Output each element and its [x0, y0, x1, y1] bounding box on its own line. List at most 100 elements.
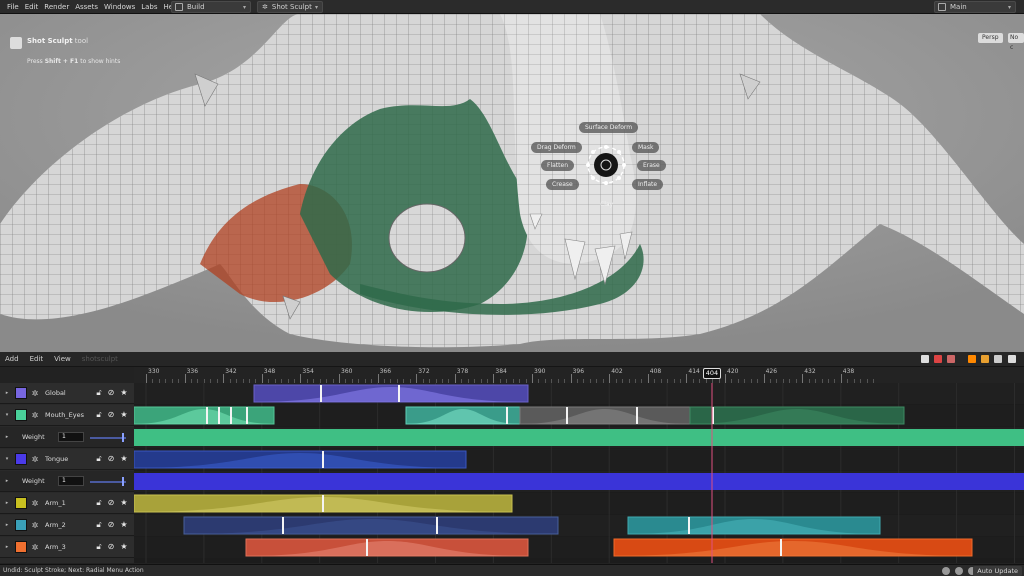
weight-slider-handle[interactable] — [122, 477, 124, 486]
disable-icon[interactable]: ⊘ — [106, 388, 116, 397]
options-icon[interactable] — [994, 355, 1002, 363]
disable-icon[interactable]: ⊘ — [106, 542, 116, 551]
menu-labs[interactable]: Labs — [138, 0, 160, 14]
star-icon[interactable]: ★ — [119, 454, 129, 463]
radial-item-inflate[interactable]: Inflate — [632, 179, 664, 190]
3d-viewport[interactable]: Shot Sculpt tool Press Shift + F1 to sho… — [0, 14, 1024, 352]
status-message: Undid: Sculpt Stroke; Next: Radial Menu … — [3, 567, 144, 574]
expand-arrow-icon[interactable]: ▸ — [2, 434, 12, 440]
star-icon[interactable]: ★ — [119, 542, 129, 551]
network-icon[interactable] — [942, 567, 950, 575]
expand-arrow-icon[interactable]: ▸ — [2, 500, 12, 506]
disable-icon[interactable]: ⊘ — [106, 498, 116, 507]
radial-item-drag-deform[interactable]: Drag Deform — [531, 142, 582, 153]
layer-tracks[interactable] — [134, 383, 1024, 563]
menu-windows[interactable]: Windows — [101, 0, 138, 14]
context-dropdown[interactable]: Main ▾ — [934, 1, 1016, 13]
menu-render[interactable]: Render — [41, 0, 72, 14]
star-icon[interactable]: ★ — [119, 410, 129, 419]
playhead-frame-label[interactable]: 404 — [703, 368, 721, 379]
layer-color-swatch[interactable] — [15, 387, 27, 399]
timeline-ruler[interactable]: 330 336 342 348 354 360 366 372 378 384 390 396 402 4… — [134, 367, 1024, 384]
panel-menu-add[interactable]: Add — [0, 355, 25, 363]
panel-menu-edit[interactable]: Edit — [25, 355, 50, 363]
more-icon[interactable] — [1008, 355, 1016, 363]
chat-icon[interactable] — [955, 567, 963, 575]
disable-icon[interactable]: ⊘ — [106, 520, 116, 529]
layer-color-swatch[interactable] — [15, 541, 27, 553]
expand-arrow-icon[interactable]: ▸ — [2, 544, 12, 550]
radial-item-crease[interactable]: Crease — [546, 179, 579, 190]
bake-icon[interactable] — [981, 355, 989, 363]
clip-keyframe — [688, 517, 690, 534]
display-menu-button[interactable]: No c — [1008, 33, 1024, 51]
camera-menu-button[interactable]: Persp — [978, 33, 1003, 43]
weight-row[interactable]: ▸ Weight 1 — [0, 471, 134, 492]
radial-item-clay[interactable]: Clay — [594, 199, 619, 210]
layer-name: Arm_2 — [45, 521, 66, 529]
lock-icon[interactable]: 🔓︎ — [94, 542, 104, 552]
radial-item-surface-deform[interactable]: Surface Deform — [579, 122, 639, 133]
weight-slider-handle[interactable] — [122, 433, 124, 442]
main-menubar: File Edit Render Assets Windows Labs Hel… — [0, 0, 1024, 14]
star-icon[interactable]: ★ — [119, 498, 129, 507]
frame-icon[interactable] — [968, 355, 976, 363]
layer-row[interactable]: ▸ ✲ Arm_2 🔓︎ ⊘ ★ — [0, 515, 134, 536]
weight-slider[interactable] — [90, 437, 126, 439]
layer-color-swatch[interactable] — [15, 519, 27, 531]
weight-field[interactable]: 1 — [58, 476, 84, 486]
sparkle-icon: ✲ — [31, 542, 39, 552]
menu-edit[interactable]: Edit — [22, 0, 42, 14]
weight-row[interactable]: ▸ Weight 1 — [0, 427, 134, 448]
tool-hint: Press Shift + F1 to show hints — [27, 58, 121, 65]
weight-slider[interactable] — [90, 481, 126, 483]
menu-assets[interactable]: Assets — [72, 0, 101, 14]
weight-field[interactable]: 1 — [58, 432, 84, 442]
layer-row[interactable]: ▸ ✲ Arm_1 🔓︎ ⊘ ★ — [0, 493, 134, 514]
sparkle-icon[interactable] — [921, 355, 929, 363]
lock-icon[interactable]: 🔓︎ — [94, 454, 104, 464]
ruler-label: 408 — [649, 368, 662, 375]
disable-icon[interactable]: ⊘ — [106, 454, 116, 463]
layer-row[interactable]: ▾ ✲ Tongue 🔓︎ ⊘ ★ — [0, 449, 134, 470]
desktop-dropdown[interactable]: Build ▾ — [171, 1, 251, 13]
clip-keyframe — [398, 385, 400, 402]
star-icon[interactable]: ★ — [119, 388, 129, 397]
expand-arrow-icon[interactable]: ▸ — [2, 390, 12, 396]
ruler-label: 402 — [611, 368, 623, 375]
clip-keyframe — [246, 407, 248, 424]
lock-icon[interactable]: 🔓︎ — [94, 388, 104, 398]
auto-update-button[interactable]: Auto Update — [973, 566, 1022, 576]
sparkle-icon: ✲ — [31, 498, 39, 508]
layer-color-swatch[interactable] — [15, 453, 27, 465]
ruler-major-tick — [416, 374, 418, 383]
layer-add-icon[interactable] — [934, 355, 942, 363]
panel-menu-view[interactable]: View — [49, 355, 77, 363]
layer-row[interactable]: ▸ ✲ Arm_3 🔓︎ ⊘ ★ — [0, 537, 134, 558]
star-icon[interactable]: ★ — [119, 520, 129, 529]
expand-arrow-icon[interactable]: ▸ — [2, 478, 12, 484]
layer-row[interactable]: ▾ ✲ Mouth_Eyes 🔓︎ ⊘ ★ — [0, 405, 134, 426]
layer-row[interactable]: ▸ ✲ Global 🔓︎ ⊘ ★ — [0, 383, 134, 404]
disable-icon[interactable]: ⊘ — [106, 410, 116, 419]
layer-color-swatch[interactable] — [15, 497, 27, 509]
radial-item-flatten[interactable]: Flatten — [541, 160, 574, 171]
layer-color-swatch[interactable] — [15, 409, 27, 421]
lock-icon[interactable]: 🔓︎ — [94, 520, 104, 530]
expand-arrow-icon[interactable]: ▾ — [2, 456, 12, 462]
sparkle-icon: ✲ — [31, 410, 39, 420]
sparkle-icon: ✲ — [31, 520, 39, 530]
lock-icon[interactable]: 🔓︎ — [94, 410, 104, 420]
lock-icon[interactable]: 🔓︎ — [94, 498, 104, 508]
ruler-major-tick — [223, 374, 225, 383]
ruler-label: 342 — [225, 368, 237, 375]
expand-arrow-icon[interactable]: ▸ — [2, 522, 12, 528]
radial-item-erase[interactable]: Erase — [637, 160, 666, 171]
ruler-label: 390 — [534, 368, 546, 375]
radial-item-mask[interactable]: Mask — [632, 142, 660, 153]
menu-file[interactable]: File — [0, 0, 22, 14]
desktop-icon — [175, 3, 183, 11]
layer-remove-icon[interactable] — [947, 355, 955, 363]
expand-arrow-icon[interactable]: ▾ — [2, 412, 12, 418]
shelf-dropdown[interactable]: ✲ Shot Sculpt ▾ — [257, 1, 323, 13]
